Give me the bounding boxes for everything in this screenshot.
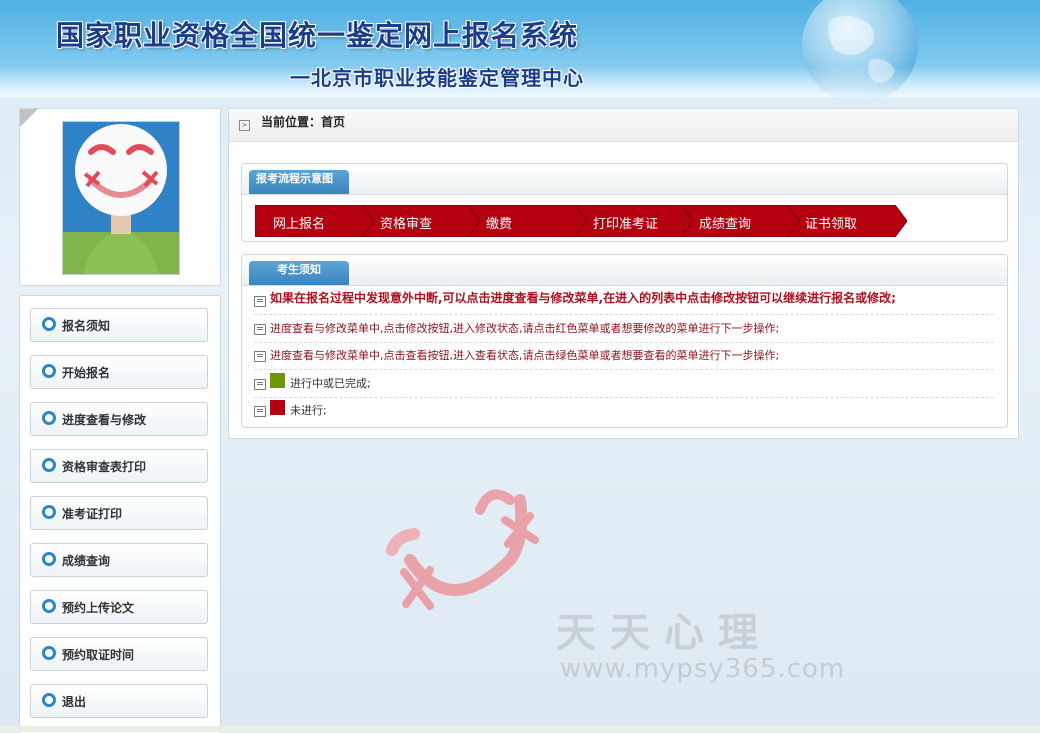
legend-in-progress: 进行中或已完成; <box>254 371 994 398</box>
flow-section-header: 报考流程示意图 <box>242 164 1007 195</box>
left-menu: 报名须知 开始报名 进度查看与修改 资格审查表打印 准考证打印 成绩查询 预约上… <box>19 295 221 733</box>
legend-label: 进行中或已完成; <box>290 377 371 390</box>
system-title: 国家职业资格全国统一鉴定网上报名系统 <box>56 19 579 52</box>
menu-item-label: 资格审查表打印 <box>62 460 147 474</box>
system-subtitle: 一北京市职业技能鉴定管理中心 <box>290 66 584 90</box>
notice-text: 如果在报名过程中发现意外中断,可以点击进度查看与修改菜单,在进入的列表中点击修改… <box>270 291 896 305</box>
flow-step-qualification-review: 资格审查 <box>362 205 482 237</box>
bullet-circle-icon <box>42 411 56 425</box>
watermark-text: 天天心理 <box>556 610 772 656</box>
note-icon <box>254 296 266 307</box>
photo-panel <box>19 108 221 286</box>
bullet-circle-icon <box>42 599 56 613</box>
bullet-circle-icon <box>42 646 56 660</box>
flow-section: 报考流程示意图 网上报名 资格审查 缴费 打印准考证 成绩查询 证书领取 <box>241 163 1008 242</box>
menu-item-thesis-upload[interactable]: 预约上传论文 <box>30 590 208 624</box>
menu-item-start-registration[interactable]: 开始报名 <box>30 355 208 389</box>
flow-section-tab: 报考流程示意图 <box>249 170 349 194</box>
flow-step-certificate-collection: 证书领取 <box>787 205 907 237</box>
red-swatch <box>270 400 285 415</box>
menu-item-certificate-appointment[interactable]: 预约取证时间 <box>30 637 208 671</box>
menu-item-label: 开始报名 <box>62 366 111 380</box>
notice-section-tab: 考生须知 <box>249 261 349 285</box>
legend-not-started: 未进行; <box>254 398 994 424</box>
notice-text: 进度查看与修改菜单中,点击查看按钮,进入查看状态,请点击绿色菜单或者想要查看的菜… <box>270 349 780 362</box>
menu-item-progress-edit[interactable]: 进度查看与修改 <box>30 402 208 436</box>
note-icon <box>254 406 266 417</box>
watermark-logo-icon <box>386 489 539 610</box>
menu-item-label: 进度查看与修改 <box>62 413 147 427</box>
breadcrumb: > 当前位置：首页 <box>229 109 1018 142</box>
menu-item-label: 预约取证时间 <box>62 648 135 662</box>
menu-item-label: 预约上传论文 <box>62 601 135 615</box>
legend-label: 未进行; <box>290 404 327 417</box>
bullet-circle-icon <box>42 364 56 378</box>
bullet-circle-icon <box>42 505 56 519</box>
bottom-strip <box>0 726 1040 732</box>
green-swatch <box>270 373 285 388</box>
notice-item: 进度查看与修改菜单中,点击查看按钮,进入查看状态,请点击绿色菜单或者想要查看的菜… <box>254 343 994 370</box>
watermark-url: www.mypsy365.com <box>560 654 846 684</box>
note-icon <box>254 324 266 335</box>
bullet-circle-icon <box>42 552 56 566</box>
notice-text: 进度查看与修改菜单中,点击修改按钮,进入修改状态,请点击红色菜单或者想要修改的菜… <box>270 322 780 335</box>
notice-item: 如果在报名过程中发现意外中断,可以点击进度查看与修改菜单,在进入的列表中点击修改… <box>254 288 994 315</box>
menu-item-review-form-print[interactable]: 资格审查表打印 <box>30 449 208 483</box>
menu-item-label: 成绩查询 <box>62 554 111 568</box>
menu-item-label: 退出 <box>62 695 87 709</box>
candidate-photo <box>62 121 180 275</box>
notice-section-header: 考生须知 <box>242 255 1007 286</box>
menu-item-label: 报名须知 <box>62 319 111 333</box>
flow-step-online-registration: 网上报名 <box>255 205 375 237</box>
menu-item-registration-notice[interactable]: 报名须知 <box>30 308 208 342</box>
bullet-circle-icon <box>42 317 56 331</box>
corner-mark <box>20 109 38 127</box>
menu-item-admission-ticket-print[interactable]: 准考证打印 <box>30 496 208 530</box>
arrow-right-icon: > <box>239 120 250 131</box>
flow-step-score-query: 成绩查询 <box>681 205 801 237</box>
bullet-circle-icon <box>42 458 56 472</box>
notice-section: 考生须知 如果在报名过程中发现意外中断,可以点击进度查看与修改菜单,在进入的列表… <box>241 254 1008 428</box>
bullet-circle-icon <box>42 693 56 707</box>
breadcrumb-text: 当前位置：首页 <box>261 115 346 129</box>
menu-item-logout[interactable]: 退出 <box>30 684 208 718</box>
note-icon <box>254 351 266 362</box>
note-icon <box>254 379 266 390</box>
flow-step-payment: 缴费 <box>468 205 588 237</box>
flow-step-print-admission-ticket: 打印准考证 <box>575 205 695 237</box>
menu-item-score-query[interactable]: 成绩查询 <box>30 543 208 577</box>
header-banner: 国家职业资格全国统一鉴定网上报名系统 一北京市职业技能鉴定管理中心 <box>0 0 1040 97</box>
main-panel: > 当前位置：首页 报考流程示意图 网上报名 资格审查 缴费 打印准考证 成绩查… <box>228 108 1019 439</box>
notice-item: 进度查看与修改菜单中,点击修改按钮,进入修改状态,请点击红色菜单或者想要修改的菜… <box>254 316 994 343</box>
menu-item-label: 准考证打印 <box>62 507 123 521</box>
